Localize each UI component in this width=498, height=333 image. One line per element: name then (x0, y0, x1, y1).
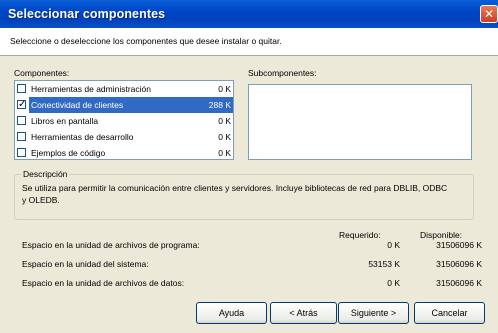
components-label: Componentes: (14, 68, 70, 78)
component-size: 0 K (218, 132, 231, 142)
subcomponents-label: Subcomponentes: (248, 68, 317, 78)
available-header: Disponible: (420, 230, 463, 240)
close-icon[interactable]: ✕ (480, 5, 498, 23)
list-item[interactable]: Ejemplos de código 0 K (15, 145, 233, 161)
component-size: 0 K (218, 84, 231, 94)
component-size: 0 K (218, 116, 231, 126)
cancel-button[interactable]: Cancelar (414, 302, 485, 324)
component-name: Herramientas de administración (31, 84, 151, 94)
components-list[interactable]: Herramientas de administración 0 K ✓ Con… (14, 80, 234, 160)
space-label: Espacio en la unidad de archivos de prog… (22, 240, 200, 250)
list-item[interactable]: Herramientas de administración 0 K (15, 81, 233, 97)
space-label: Espacio en la unidad de archivos de dato… (22, 278, 185, 288)
space-available: 31506096 K (436, 278, 482, 288)
checkbox[interactable] (17, 132, 26, 141)
space-required: 0 K (387, 240, 400, 250)
next-button[interactable]: Siguiente > (338, 302, 409, 324)
space-required: 53153 K (368, 259, 400, 269)
list-item[interactable]: Libros en pantalla 0 K (15, 113, 233, 129)
header-panel: Seleccione o deseleccione los componente… (0, 28, 498, 56)
list-item[interactable]: Herramientas de desarrollo 0 K (15, 129, 233, 145)
list-item[interactable]: ✓ Conectividad de clientes 288 K (15, 97, 233, 113)
component-name: Libros en pantalla (31, 116, 99, 126)
description-text: Se utiliza para permitir la comunicación… (22, 183, 448, 205)
space-required: 0 K (387, 278, 400, 288)
component-name: Herramientas de desarrollo (31, 132, 134, 142)
title-bar[interactable]: Seleccionar componentes ✕ (0, 0, 498, 28)
component-name: Ejemplos de código (31, 148, 106, 158)
space-label: Espacio en la unidad del sistema: (22, 259, 149, 269)
back-button[interactable]: < Atrás (270, 302, 337, 324)
required-header: Requerido: (339, 230, 381, 240)
component-size: 0 K (218, 148, 231, 158)
description-label: Descripción (21, 169, 70, 179)
instruction-text: Seleccione o deseleccione los componente… (10, 36, 282, 46)
checkbox-checked[interactable]: ✓ (17, 99, 26, 110)
checkbox[interactable] (17, 116, 26, 125)
checkbox[interactable] (17, 84, 26, 93)
checkbox[interactable] (17, 148, 26, 157)
subcomponents-list[interactable] (248, 84, 472, 160)
space-available: 31506096 K (436, 259, 482, 269)
setup-dialog: Seleccionar componentes ✕ Seleccione o d… (0, 0, 498, 333)
space-available: 31506096 K (436, 240, 482, 250)
check-icon: ✓ (18, 99, 27, 110)
component-size: 288 K (204, 97, 231, 113)
help-button[interactable]: Ayuda (196, 302, 267, 324)
component-name: Conectividad de clientes (29, 97, 233, 113)
window-title: Seleccionar componentes (8, 7, 166, 21)
